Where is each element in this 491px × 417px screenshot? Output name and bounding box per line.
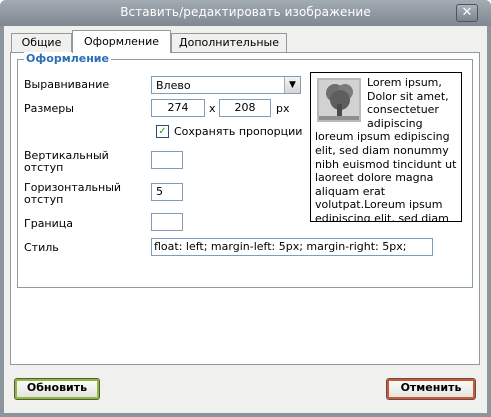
alignment-select[interactable]: Влево ▼	[151, 76, 301, 94]
dialog-body: Общие Оформление Дополнительные Оформлен…	[4, 26, 487, 413]
vspace-input[interactable]	[151, 151, 183, 169]
close-button[interactable]: ✕	[456, 4, 478, 22]
alignment-label: Выравнивание	[24, 78, 110, 91]
chevron-down-icon[interactable]: ▼	[284, 77, 300, 93]
alignment-preview: Lorem ipsum, Dolor sit amet, consectetue…	[310, 72, 462, 222]
style-label: Стиль	[24, 241, 59, 254]
title-bar[interactable]: Вставить/редактировать изображение ✕	[0, 0, 491, 26]
tab-appearance-label: Оформление	[84, 35, 159, 48]
cancel-button[interactable]: Отменить	[386, 378, 476, 400]
tab-general[interactable]: Общие	[11, 33, 72, 52]
tab-appearance[interactable]: Оформление	[72, 30, 171, 53]
hspace-label-line2: отступ	[24, 193, 64, 206]
style-input[interactable]: float: left; margin-left: 5px; margin-ri…	[151, 238, 433, 256]
vspace-label-line2: отступ	[24, 161, 64, 174]
tab-panel-appearance: Оформление Выравнивание Влево ▼ Размеры …	[10, 52, 480, 365]
height-input[interactable]: 208	[219, 99, 271, 117]
border-input[interactable]	[151, 213, 183, 231]
dimensions-unit: px	[276, 102, 290, 115]
appearance-fieldset: Оформление Выравнивание Влево ▼ Размеры …	[17, 52, 473, 288]
dimensions-label: Размеры	[24, 102, 74, 115]
update-button[interactable]: Обновить	[14, 378, 100, 400]
hspace-input[interactable]: 5	[151, 183, 183, 201]
border-label: Граница	[24, 217, 74, 230]
tab-advanced[interactable]: Дополнительные	[171, 33, 287, 52]
constrain-proportions-label: Сохранять пропорции	[174, 125, 303, 138]
close-icon: ✕	[461, 5, 473, 20]
alignment-select-value: Влево	[156, 79, 191, 92]
dimensions-separator: x	[209, 102, 216, 115]
tab-advanced-label: Дополнительные	[179, 36, 279, 49]
tree-image-icon	[317, 78, 361, 122]
constrain-proportions-checkbox[interactable]: ✓	[156, 125, 169, 138]
dialog-window: Вставить/редактировать изображение ✕ Общ…	[0, 0, 491, 417]
width-input[interactable]: 274	[151, 99, 205, 117]
window-title: Вставить/редактировать изображение	[120, 5, 371, 19]
tab-general-label: Общие	[21, 36, 62, 49]
fieldset-legend: Оформление	[24, 52, 111, 65]
